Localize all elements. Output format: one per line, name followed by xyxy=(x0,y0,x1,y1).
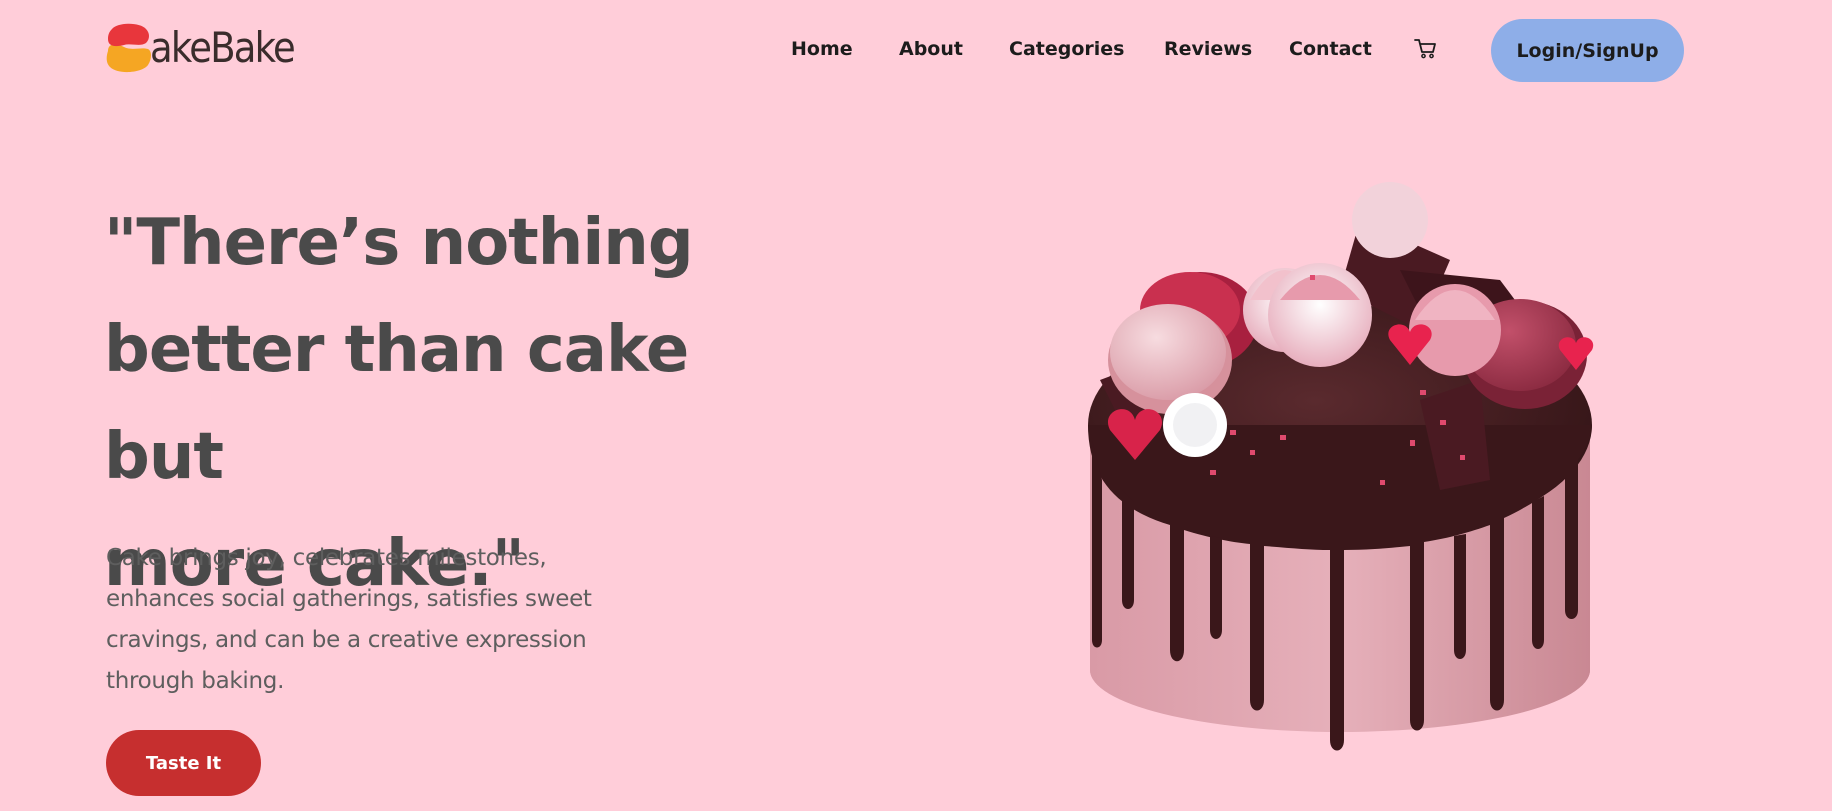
nav-reviews[interactable]: Reviews xyxy=(1164,38,1252,60)
hero-headline-line: "There’s nothing xyxy=(104,206,694,280)
cake-logo-icon xyxy=(106,23,151,73)
hero-description-line: enhances social gatherings, satisfies sw… xyxy=(106,586,592,612)
hero-description-line: Cake brings joy, celebrates milestones, xyxy=(106,545,547,571)
hero-description: Cake brings joy, celebrates milestones, … xyxy=(106,538,626,702)
hero-headline-line: better than cake but xyxy=(104,313,689,494)
hero-description-line: cravings, and can be a creative expressi… xyxy=(106,627,587,653)
nav-about[interactable]: About xyxy=(899,38,963,60)
nav-categories[interactable]: Categories xyxy=(1009,38,1124,60)
taste-it-button[interactable]: Taste It xyxy=(106,730,261,796)
nav-home[interactable]: Home xyxy=(791,38,853,60)
brand-name: akeBake xyxy=(150,23,296,72)
cake-image xyxy=(1088,182,1594,751)
hero-description-line: through baking. xyxy=(106,668,285,694)
site-header: akeBake Home About Categories Reviews Co… xyxy=(0,0,1832,100)
brand-logo[interactable]: akeBake xyxy=(106,22,314,74)
nav-contact[interactable]: Contact xyxy=(1289,38,1372,60)
login-signup-button[interactable]: Login/SignUp xyxy=(1491,19,1684,82)
cart-icon[interactable] xyxy=(1414,38,1438,60)
